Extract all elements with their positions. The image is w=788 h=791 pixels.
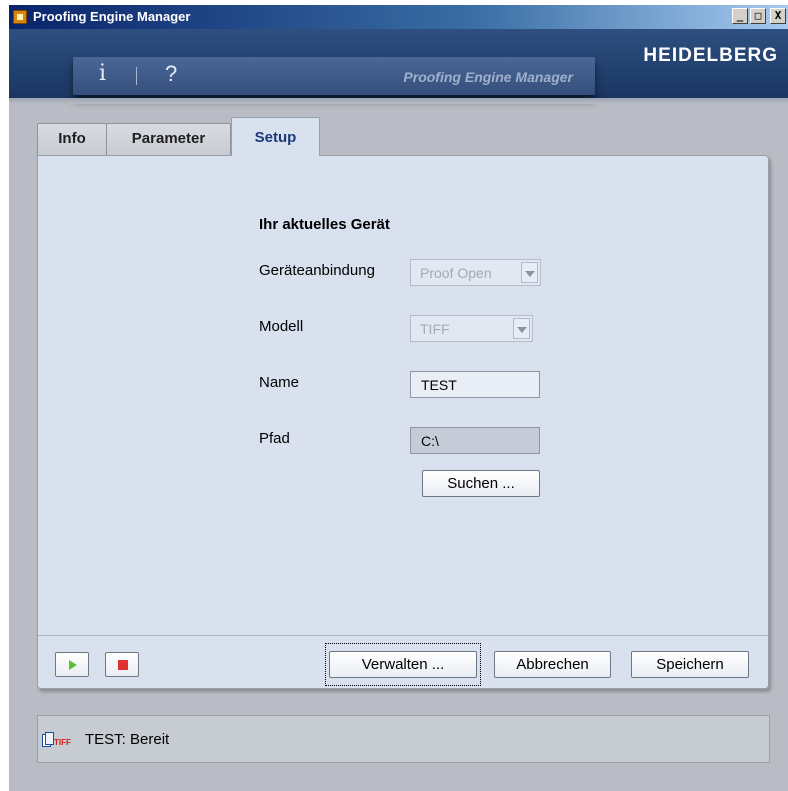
maximize-button[interactable]: □ <box>750 8 766 24</box>
model-dropdown[interactable]: TIFF <box>410 315 533 342</box>
app-header: i ? Proofing Engine Manager HEIDELBERG <box>9 29 788 101</box>
tab-setup[interactable]: Setup <box>231 117 320 156</box>
cancel-button[interactable]: Abbrechen <box>494 651 611 678</box>
tiff-file-icon: TIFF <box>42 732 71 747</box>
header-shelf <box>9 98 788 104</box>
status-text: TEST: Bereit <box>85 731 170 748</box>
path-label: Pfad <box>259 430 290 447</box>
manage-button[interactable]: Verwalten ... <box>329 651 477 678</box>
window-title: Proofing Engine Manager <box>33 9 191 24</box>
heidelberg-logo: HEIDELBERG <box>643 45 778 66</box>
help-icon[interactable]: ? <box>165 61 177 87</box>
connection-value: Proof Open <box>420 265 492 281</box>
tiff-icon-text: TIFF <box>54 738 71 747</box>
header-nav-bar: i ? Proofing Engine Manager <box>73 57 595 95</box>
app-window: Proofing Engine Manager _ □ X i ? Proofi… <box>9 5 788 791</box>
chevron-down-icon[interactable] <box>513 318 530 339</box>
name-label: Name <box>259 374 300 391</box>
window-controls: _ □ X <box>732 8 786 24</box>
model-label: Modell <box>259 318 304 335</box>
app-icon <box>13 10 27 24</box>
section-title: Ihr aktuelles Gerät <box>259 216 390 233</box>
save-button[interactable]: Speichern <box>631 651 749 678</box>
footer-divider <box>38 635 768 636</box>
setup-panel: Ihr aktuelles Gerät Geräteanbindung Proo… <box>37 155 769 689</box>
header-subtitle: Proofing Engine Manager <box>403 69 573 85</box>
connection-dropdown[interactable]: Proof Open <box>410 259 541 286</box>
connection-label: Geräteanbindung <box>259 262 375 279</box>
minimize-button[interactable]: _ <box>732 8 748 24</box>
close-button[interactable]: X <box>770 8 786 24</box>
tab-info[interactable]: Info <box>37 123 107 155</box>
title-bar[interactable]: Proofing Engine Manager _ □ X <box>9 5 788 29</box>
tab-parameter[interactable]: Parameter <box>106 123 231 155</box>
status-bar: TIFF TEST: Bereit <box>37 715 770 763</box>
browse-button[interactable]: Suchen ... <box>422 470 540 497</box>
play-button[interactable] <box>55 652 89 677</box>
stop-button[interactable] <box>105 652 139 677</box>
nav-separator <box>136 67 137 85</box>
name-field[interactable]: TEST <box>410 371 540 398</box>
chevron-down-icon[interactable] <box>521 262 538 283</box>
model-value: TIFF <box>420 321 450 337</box>
info-icon[interactable]: i <box>99 61 106 86</box>
path-field: C:\ <box>410 427 540 454</box>
